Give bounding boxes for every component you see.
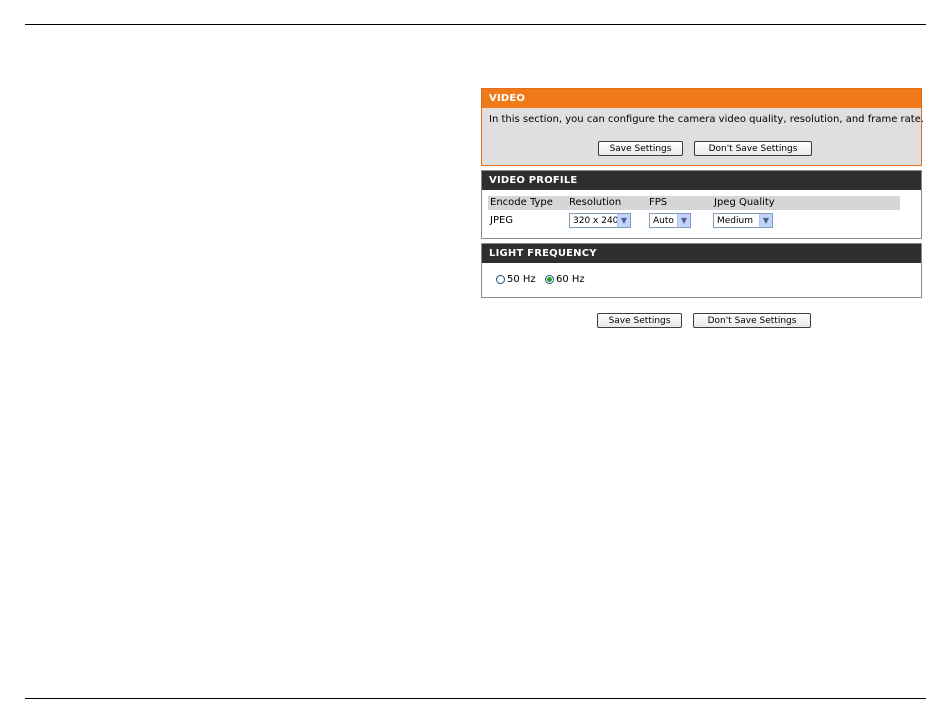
- save-settings-button[interactable]: Save Settings: [598, 141, 683, 156]
- video-profile-title: VIDEO PROFILE: [482, 171, 921, 190]
- radio-50hz-label: 50 Hz: [507, 274, 536, 285]
- radio-button-icon[interactable]: [545, 275, 554, 284]
- video-profile-panel: VIDEO PROFILE Encode Type Resolution FPS…: [481, 170, 922, 239]
- footer-dont-save-settings-button[interactable]: Don't Save Settings: [693, 313, 811, 328]
- video-section-title: VIDEO: [482, 89, 921, 108]
- video-panel: VIDEO In this section, you can configure…: [481, 88, 925, 166]
- encode-type-value: JPEG: [490, 215, 514, 226]
- fps-select-value: Auto: [653, 215, 674, 226]
- jpeg-quality-select[interactable]: Medium ▼: [713, 213, 773, 228]
- light-frequency-title: LIGHT FREQUENCY: [482, 244, 921, 263]
- resolution-select-value: 320 x 240: [573, 215, 617, 226]
- chevron-down-icon[interactable]: ▼: [677, 214, 690, 227]
- fps-select[interactable]: Auto ▼: [649, 213, 691, 228]
- profile-column-header-row: Encode Type Resolution FPS Jpeg Quality: [488, 196, 900, 210]
- radio-60hz[interactable]: 60 Hz: [545, 274, 585, 285]
- video-description: In this section, you can configure the c…: [489, 114, 925, 125]
- footer-save-settings-button[interactable]: Save Settings: [597, 313, 682, 328]
- column-encode-type: Encode Type: [490, 197, 553, 208]
- column-fps: FPS: [649, 197, 668, 208]
- radio-selected-dot: [547, 277, 552, 282]
- video-button-row: Save Settings Don't Save Settings: [598, 141, 812, 156]
- dont-save-settings-button[interactable]: Don't Save Settings: [694, 141, 812, 156]
- chevron-down-icon[interactable]: ▼: [617, 214, 630, 227]
- chevron-down-icon[interactable]: ▼: [759, 214, 772, 227]
- footer-button-row: Save Settings Don't Save Settings: [597, 313, 811, 328]
- radio-button-icon[interactable]: [496, 275, 505, 284]
- column-resolution: Resolution: [569, 197, 622, 208]
- resolution-select[interactable]: 320 x 240 ▼: [569, 213, 631, 228]
- jpeg-quality-select-value: Medium: [717, 215, 753, 226]
- bottom-divider: [25, 698, 926, 699]
- top-divider: [25, 24, 926, 25]
- column-jpeg-quality: Jpeg Quality: [714, 197, 775, 208]
- light-frequency-panel: LIGHT FREQUENCY 50 Hz 60 Hz: [481, 243, 922, 298]
- radio-50hz[interactable]: 50 Hz: [496, 274, 536, 285]
- radio-60hz-label: 60 Hz: [556, 274, 585, 285]
